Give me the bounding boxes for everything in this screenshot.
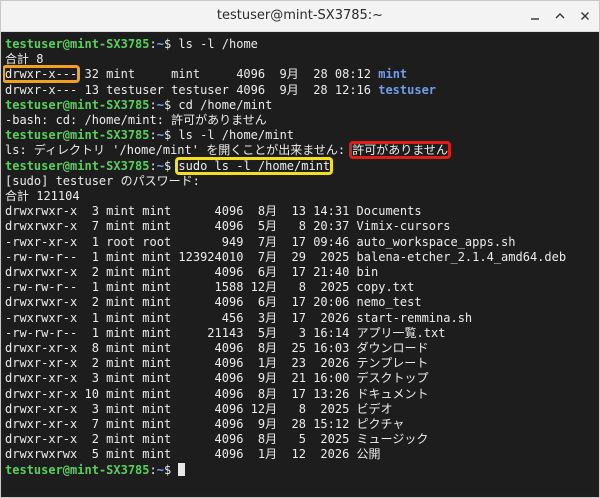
terminal-line: drwxr-xr-x 3 mint mint 4096 9月 21 16:00 … — [5, 371, 429, 386]
terminal-text: drwxr-x--- 13 testuser testuser 4096 9月 … — [5, 82, 379, 97]
highlight-permissions — [3, 65, 81, 84]
terminal-line: -rw-rw-r-- 1 mint mint 123924010 7月 29 2… — [5, 250, 566, 265]
terminal-line: drwxrwxrwx 5 mint mint 4096 1月 12 2026 公… — [5, 447, 381, 462]
directory-name: mint — [378, 67, 408, 82]
terminal-line: -rw-rw-r-- 1 mint mint 1588 12月 8 2025 c… — [5, 280, 414, 295]
prompt-user-host: testuser@mint-SX3785 — [5, 97, 150, 112]
terminal-text: drwxr-xr-x 10 mint mint 4096 8月 17 13:26… — [5, 386, 429, 401]
terminal-output[interactable]: testuser@mint-SX3785:~$ ls -l /home 合計 8d… — [3, 33, 597, 495]
terminal-line: drwxrwxr-x 2 mint mint 4096 6月 17 20:06 … — [5, 295, 422, 310]
terminal-text: : — [149, 128, 157, 143]
terminal-text: -rw-rw-r-- 1 mint mint 21143 5月 3 16:14 … — [5, 325, 446, 340]
terminal-line: testuser@mint-SX3785:~$ ls -l /home/mint — [5, 128, 294, 143]
terminal-window: testuser@mint-SX3785:~ testuser@mint-SX3… — [0, 0, 600, 498]
terminal-text: drwxrwxr-x 3 mint mint 4096 8月 13 14:31 … — [5, 204, 422, 219]
terminal-text: drwxr-xr-x 2 mint mint 4096 1月 23 2026 テ… — [5, 356, 429, 371]
terminal-line: drwxrwxr-x 2 mint mint 4096 6月 17 21:40 … — [5, 265, 378, 280]
terminal-text: : — [149, 97, 157, 112]
terminal-text: [sudo] testuser のパスワード: — [5, 173, 200, 188]
text-cursor — [178, 462, 186, 476]
terminal-text: -rwxrwxr-x 1 mint mint 456 3月 17 2026 st… — [5, 310, 473, 325]
terminal-text: $ ls -l /home — [163, 37, 258, 51]
terminal-line: drwxr-xr-x 3 mint mint 4096 12月 8 2025 ビ… — [5, 402, 393, 417]
terminal-text: drwxrwxrwx 5 mint mint 4096 1月 12 2026 公… — [5, 447, 381, 462]
terminal-text: drwxr-xr-x 3 mint mint 4096 12月 8 2025 ビ… — [5, 401, 393, 416]
terminal-text: drwxrwxr-x 2 mint mint 4096 6月 17 20:06 … — [5, 295, 422, 310]
terminal-text: : — [149, 37, 157, 51]
terminal-line: testuser@mint-SX3785:~$ cd /home/mint — [5, 98, 272, 113]
terminal-line: drwxr-xr-x 2 mint mint 4096 8月 5 2025 ミュ… — [5, 432, 428, 447]
terminal-line: drwxr-xr-x 7 mint mint 4096 9月 28 15:12 … — [5, 417, 404, 432]
prompt-path: ~ — [156, 462, 164, 477]
terminal-line: drwxr-xr-x 8 mint mint 4096 8月 25 16:03 … — [5, 341, 429, 356]
terminal-text: drwxr-xr-x 2 mint mint 4096 8月 5 2025 ミュ… — [5, 432, 429, 447]
terminal-line: -rwxrwxr-x 1 mint mint 456 3月 17 2026 st… — [5, 311, 472, 326]
terminal-line: [sudo] testuser のパスワード: — [5, 174, 200, 189]
title-bar[interactable]: testuser@mint-SX3785:~ — [1, 1, 599, 32]
window-title: testuser@mint-SX3785:~ — [216, 8, 384, 23]
terminal-line: 合計 121104 — [5, 189, 80, 204]
terminal-text: drwxr-xr-x 7 mint mint 4096 9月 28 15:12 … — [5, 417, 405, 431]
maximize-icon — [555, 13, 565, 19]
terminal-text: drwxr-xr-x 3 mint mint 4096 9月 21 16:00 … — [5, 371, 429, 386]
terminal-text: 合計 8 — [5, 52, 44, 67]
minimize-icon — [531, 18, 539, 20]
terminal-line: drwxr-xr-x 2 mint mint 4096 1月 23 2026 テ… — [5, 356, 428, 371]
terminal-text: drwxrwxr-x 2 mint mint 4096 6月 17 21:40 … — [5, 265, 379, 279]
prompt-path: ~ — [156, 97, 164, 112]
terminal-text: -rw-rw-r-- 1 mint mint 1588 12月 8 2025 c… — [5, 280, 415, 295]
highlight-permission-denied — [349, 141, 451, 160]
terminal-line: testuser@mint-SX3785:~$ — [5, 462, 186, 478]
minimize-button[interactable] — [523, 4, 547, 28]
terminal-line: drwxrwxr-x 7 mint mint 4096 5月 8 20:37 V… — [5, 219, 450, 234]
terminal-text: : — [149, 462, 157, 477]
terminal-text: $ — [163, 462, 179, 477]
terminal-line: drwxr-xr-x 10 mint mint 4096 8月 17 13:26… — [5, 387, 429, 402]
prompt-user-host: testuser@mint-SX3785 — [5, 462, 150, 477]
terminal-text: -rw-rw-r-- 1 mint mint 123924010 7月 29 2… — [5, 249, 567, 264]
terminal-text: -rwxr-xr-x 1 root root 949 7月 17 09:46 a… — [5, 234, 516, 249]
terminal-text: 32 mint mint 4096 9月 28 08:12 — [77, 67, 379, 82]
prompt-user-host: testuser@mint-SX3785 — [5, 128, 150, 143]
highlight-sudo-command — [175, 156, 334, 175]
terminal-line: drwxrwxr-x 3 mint mint 4096 8月 13 14:31 … — [5, 204, 422, 219]
terminal-text: -bash: cd: /home/mint: 許可がありません — [5, 113, 267, 127]
prompt-path: ~ — [156, 37, 164, 51]
terminal-line: drwxr-x--- 13 testuser testuser 4096 9月 … — [5, 83, 436, 98]
terminal-text: : — [149, 158, 157, 173]
prompt-path: ~ — [156, 128, 164, 143]
close-icon — [581, 12, 589, 20]
directory-name: testuser — [378, 82, 437, 97]
terminal-text: $ ls -l /home/mint — [163, 128, 295, 143]
terminal-text: ls: ディレクトリ '/home/mint' を開くことが出来ません: — [5, 143, 353, 158]
terminal-text: $ cd /home/mint — [163, 97, 273, 112]
prompt-user-host: testuser@mint-SX3785 — [5, 37, 150, 51]
close-button[interactable] — [573, 4, 597, 28]
terminal-text: drwxrwxr-x 7 mint mint 4096 5月 8 20:37 V… — [5, 219, 451, 234]
terminal-line: -rwxr-xr-x 1 root root 949 7月 17 09:46 a… — [5, 235, 516, 250]
maximize-button[interactable] — [548, 4, 572, 28]
terminal-line: -rw-rw-r-- 1 mint mint 21143 5月 3 16:14 … — [5, 326, 445, 341]
terminal-line: testuser@mint-SX3785:~$ ls -l /home — [5, 37, 258, 52]
terminal-line: -bash: cd: /home/mint: 許可がありません — [5, 113, 267, 128]
terminal-text: 合計 121104 — [5, 189, 80, 203]
prompt-path: ~ — [156, 158, 164, 173]
prompt-user-host: testuser@mint-SX3785 — [5, 158, 150, 173]
terminal-text: drwxr-xr-x 8 mint mint 4096 8月 25 16:03 … — [5, 341, 429, 355]
